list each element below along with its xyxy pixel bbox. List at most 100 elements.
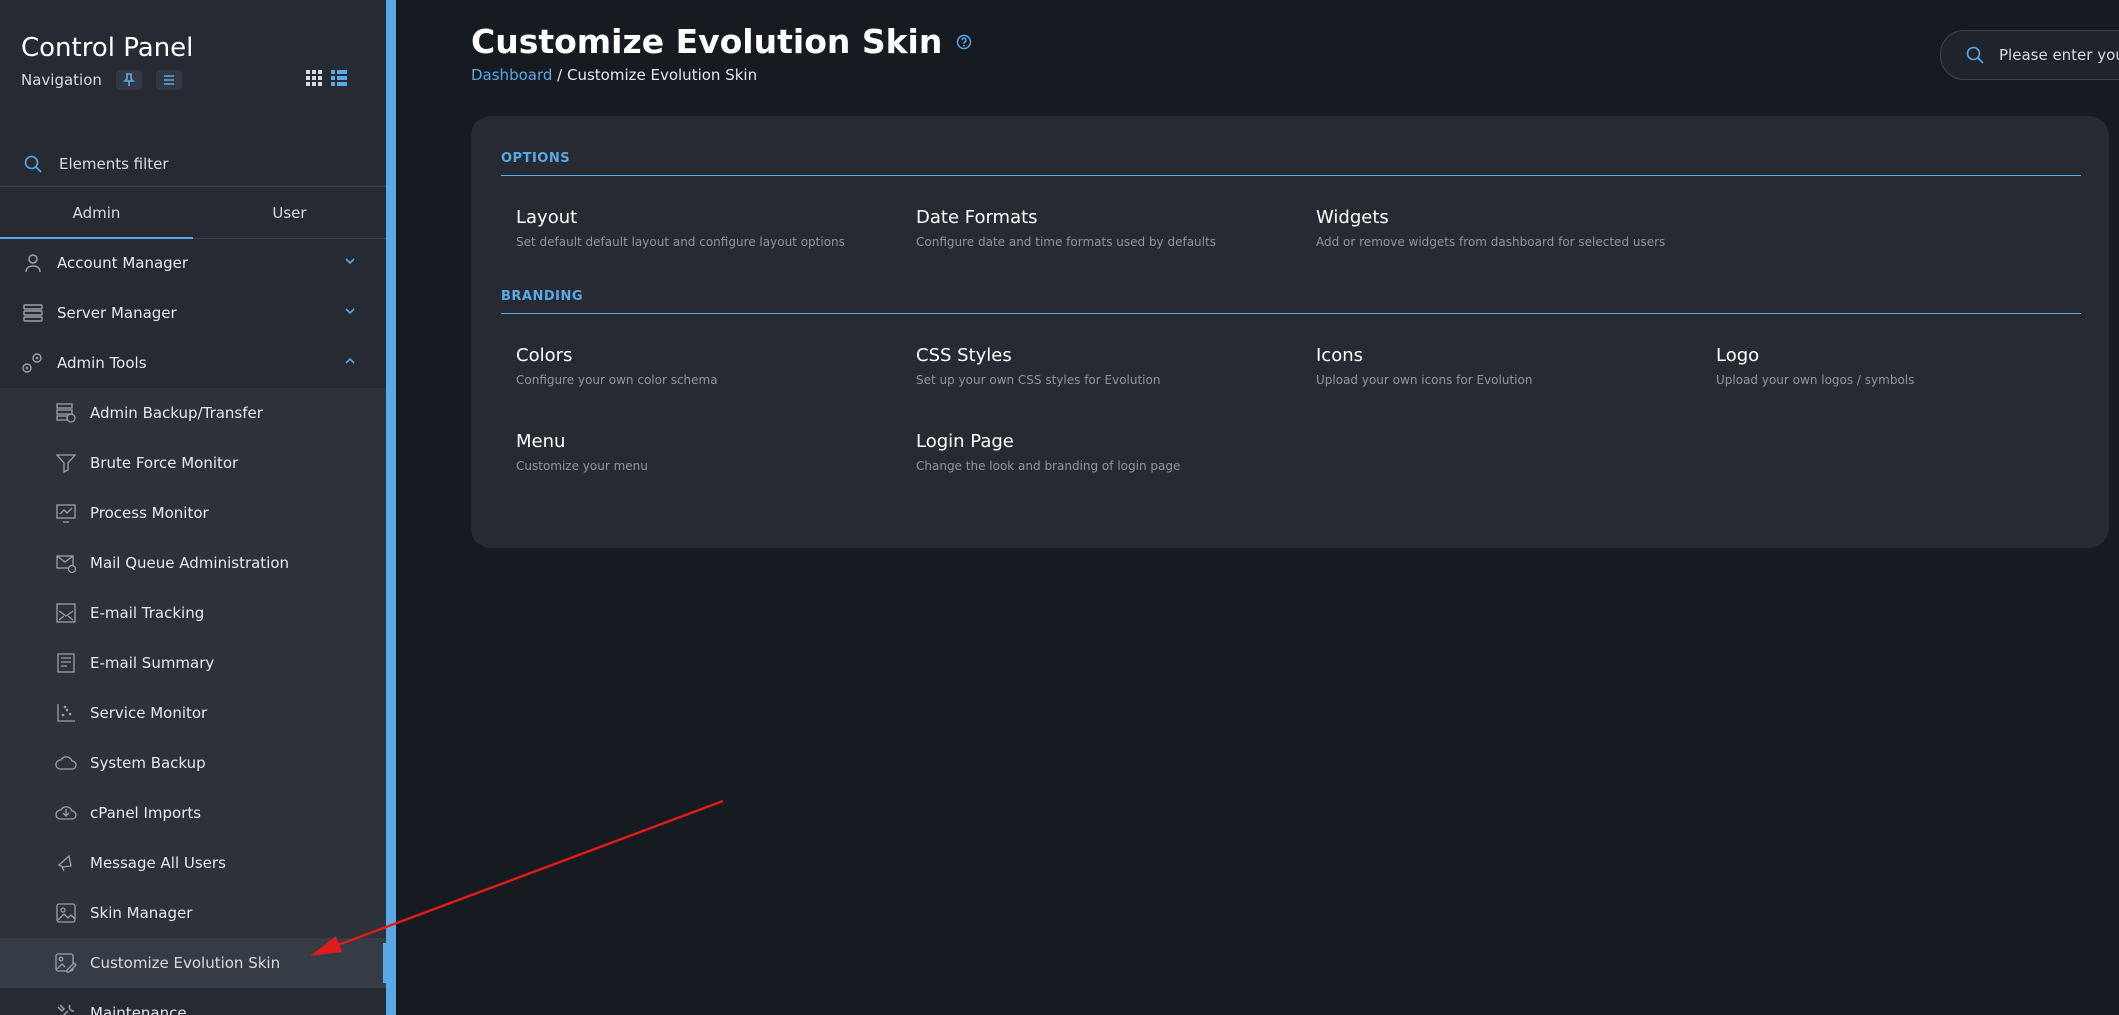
page-title-text: Customize Evolution Skin: [471, 22, 943, 61]
sidebar-item-label: Server Manager: [57, 304, 177, 322]
option-description: Add or remove widgets from dashboard for…: [1316, 235, 1666, 249]
option-title: Logo: [1716, 345, 1760, 366]
sidebar-menu: Account Manager Server Manager Admin Too…: [0, 238, 386, 1015]
option-title: Icons: [1316, 345, 1364, 366]
sidebar-item-admin-tools[interactable]: Admin Tools: [0, 338, 386, 388]
option-description: Set up your own CSS styles for Evolution: [916, 373, 1161, 387]
sidebar-item-service-monitor[interactable]: Service Monitor: [0, 688, 386, 738]
breadcrumb-current: Customize Evolution Skin: [566, 66, 758, 84]
sidebar-item-message-all-users[interactable]: Message All Users: [0, 838, 386, 888]
sidebar-item-label: cPanel Imports: [90, 804, 202, 822]
chevron-down-icon: [344, 255, 356, 267]
tab-admin[interactable]: Admin: [0, 188, 193, 239]
sidebar-item-skin-manager[interactable]: Skin Manager: [0, 888, 386, 938]
sidebar-item-email-summary[interactable]: E-mail Summary: [0, 638, 386, 688]
option-title: CSS Styles: [916, 345, 1012, 366]
tab-user[interactable]: User: [193, 188, 386, 238]
customize-card: OPTIONS Layout Set default default layou…: [471, 116, 2109, 548]
sidebar-item-label: Mail Queue Administration: [90, 554, 290, 572]
global-search[interactable]: [1940, 30, 2119, 80]
view-toggles: [306, 70, 347, 86]
admin-tools-submenu: Admin Backup/Transfer Brute Force Monito…: [0, 388, 386, 988]
option-icons[interactable]: Icons Upload your own icons for Evolutio…: [1316, 345, 1696, 387]
sidebar-item-label: Brute Force Monitor: [90, 454, 239, 472]
option-description: Upload your own icons for Evolution: [1316, 373, 1533, 387]
option-description: Configure date and time formats used by …: [916, 235, 1216, 249]
sidebar-item-email-tracking[interactable]: E-mail Tracking: [0, 588, 386, 638]
sidebar-item-server-manager[interactable]: Server Manager: [0, 288, 386, 338]
option-layout[interactable]: Layout Set default default layout and co…: [516, 207, 896, 249]
option-description: Set default default layout and configure…: [516, 235, 845, 249]
sidebar-item-customize-evolution-skin[interactable]: Customize Evolution Skin: [0, 938, 386, 988]
search-input[interactable]: [1997, 45, 2119, 65]
grid-icon: [306, 70, 322, 86]
user-icon: [21, 251, 45, 275]
sidebar-item-cpanel-imports[interactable]: cPanel Imports: [0, 788, 386, 838]
sidebar-item-label: E-mail Summary: [90, 654, 215, 672]
breadcrumb: Dashboard / Customize Evolution Skin: [471, 66, 757, 84]
list-icon: [163, 75, 174, 85]
sidebar-item-label: Message All Users: [90, 854, 226, 872]
search-icon: [21, 152, 45, 176]
sidebar-item-process-monitor[interactable]: Process Monitor: [0, 488, 386, 538]
option-login-page[interactable]: Login Page Change the look and branding …: [916, 431, 1296, 473]
option-menu[interactable]: Menu Customize your menu: [516, 431, 896, 473]
navigation-label: Navigation: [21, 71, 102, 89]
backup-icon: [54, 401, 78, 425]
option-title: Layout: [516, 207, 578, 228]
help-icon[interactable]: [956, 34, 972, 50]
sidebar-item-maintenance[interactable]: Maintenance: [0, 988, 386, 1015]
option-colors[interactable]: Colors Configure your own color schema: [516, 345, 896, 387]
elements-filter-placeholder: Elements filter: [59, 155, 169, 173]
sidebar-item-label: System Backup: [90, 754, 206, 772]
filter-icon: [54, 451, 78, 475]
sidebar-item-label: Admin Backup/Transfer: [90, 404, 263, 422]
sidebar: Control Panel Navigation Elements filter…: [0, 0, 386, 1015]
sidebar-item-system-backup[interactable]: System Backup: [0, 738, 386, 788]
section-heading-options: OPTIONS: [501, 151, 571, 166]
section-divider: [501, 175, 2081, 176]
sidebar-item-label: E-mail Tracking: [90, 604, 205, 622]
image-icon: [54, 901, 78, 925]
sidebar-item-label: Account Manager: [57, 254, 189, 272]
list-mode-button[interactable]: [155, 70, 182, 90]
gears-icon: [21, 351, 45, 375]
control-panel-title: Control Panel: [21, 33, 194, 63]
option-logo[interactable]: Logo Upload your own logos / symbols: [1716, 345, 2096, 387]
sidebar-tabs: Admin User: [0, 188, 386, 239]
breadcrumb-dashboard-link[interactable]: Dashboard: [471, 66, 552, 84]
cloud-download-icon: [54, 801, 78, 825]
option-title: Widgets: [1316, 207, 1389, 228]
sidebar-item-label: Admin Tools: [57, 354, 147, 372]
sidebar-resize-handle[interactable]: [386, 0, 396, 1015]
option-date-formats[interactable]: Date Formats Configure date and time for…: [916, 207, 1296, 249]
mail-queue-icon: [54, 551, 78, 575]
sidebar-item-account-manager[interactable]: Account Manager: [0, 238, 386, 288]
option-title: Date Formats: [916, 207, 1038, 228]
option-title: Menu: [516, 431, 566, 452]
pin-icon: [122, 73, 135, 86]
sidebar-item-label: Process Monitor: [90, 504, 209, 522]
option-css-styles[interactable]: CSS Styles Set up your own CSS styles fo…: [916, 345, 1296, 387]
sidebar-item-brute-force-monitor[interactable]: Brute Force Monitor: [0, 438, 386, 488]
grid-view-button[interactable]: [306, 70, 322, 86]
sidebar-item-label: Maintenance: [90, 1004, 187, 1015]
mail-summary-icon: [54, 651, 78, 675]
sidebar-item-label: Skin Manager: [90, 904, 193, 922]
sidebar-item-label: Service Monitor: [90, 704, 208, 722]
monitor-icon: [54, 501, 78, 525]
option-widgets[interactable]: Widgets Add or remove widgets from dashb…: [1316, 207, 1696, 249]
list-view-button[interactable]: [331, 70, 347, 86]
elements-filter[interactable]: Elements filter: [0, 142, 386, 187]
sidebar-item-admin-backup-transfer[interactable]: Admin Backup/Transfer: [0, 388, 386, 438]
sidebar-item-mail-queue-administration[interactable]: Mail Queue Administration: [0, 538, 386, 588]
breadcrumb-separator: /: [552, 66, 567, 84]
section-heading-branding: BRANDING: [501, 289, 584, 304]
mail-tracking-icon: [54, 601, 78, 625]
sidebar-item-label: Customize Evolution Skin: [90, 954, 281, 972]
pin-button[interactable]: [115, 70, 142, 90]
option-description: Upload your own logos / symbols: [1716, 373, 1915, 387]
cloud-icon: [54, 751, 78, 775]
page-title: Customize Evolution Skin: [471, 22, 972, 61]
option-title: Colors: [516, 345, 573, 366]
